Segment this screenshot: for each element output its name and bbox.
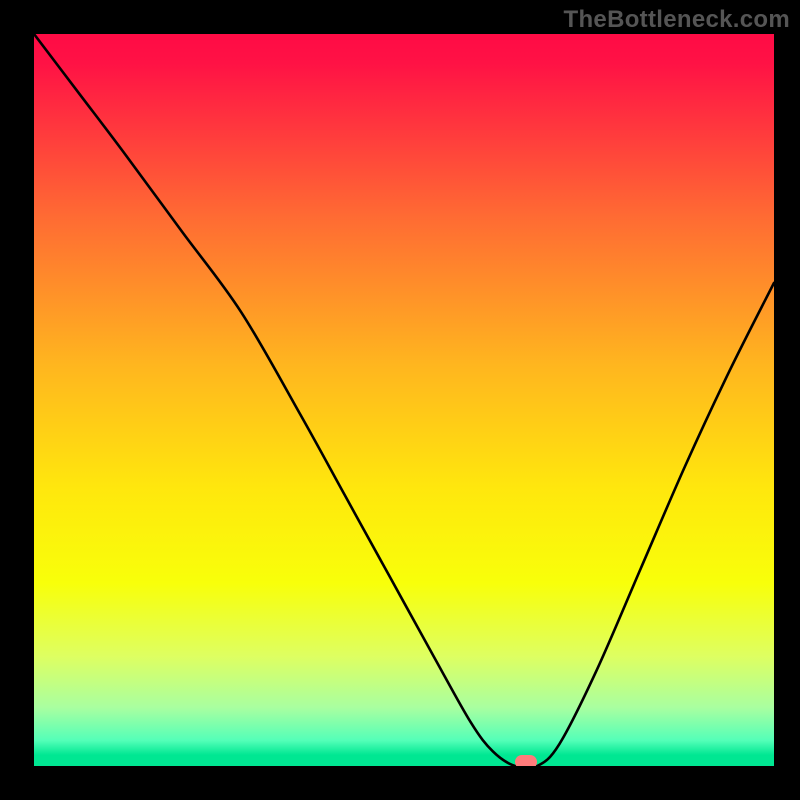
optimal-point-marker [515, 755, 537, 766]
watermark-text: TheBottleneck.com [564, 6, 790, 34]
bottleneck-curve [34, 34, 774, 766]
chart-container: TheBottleneck.com [0, 0, 800, 800]
plot-area [34, 34, 774, 766]
curve-layer [34, 34, 774, 766]
